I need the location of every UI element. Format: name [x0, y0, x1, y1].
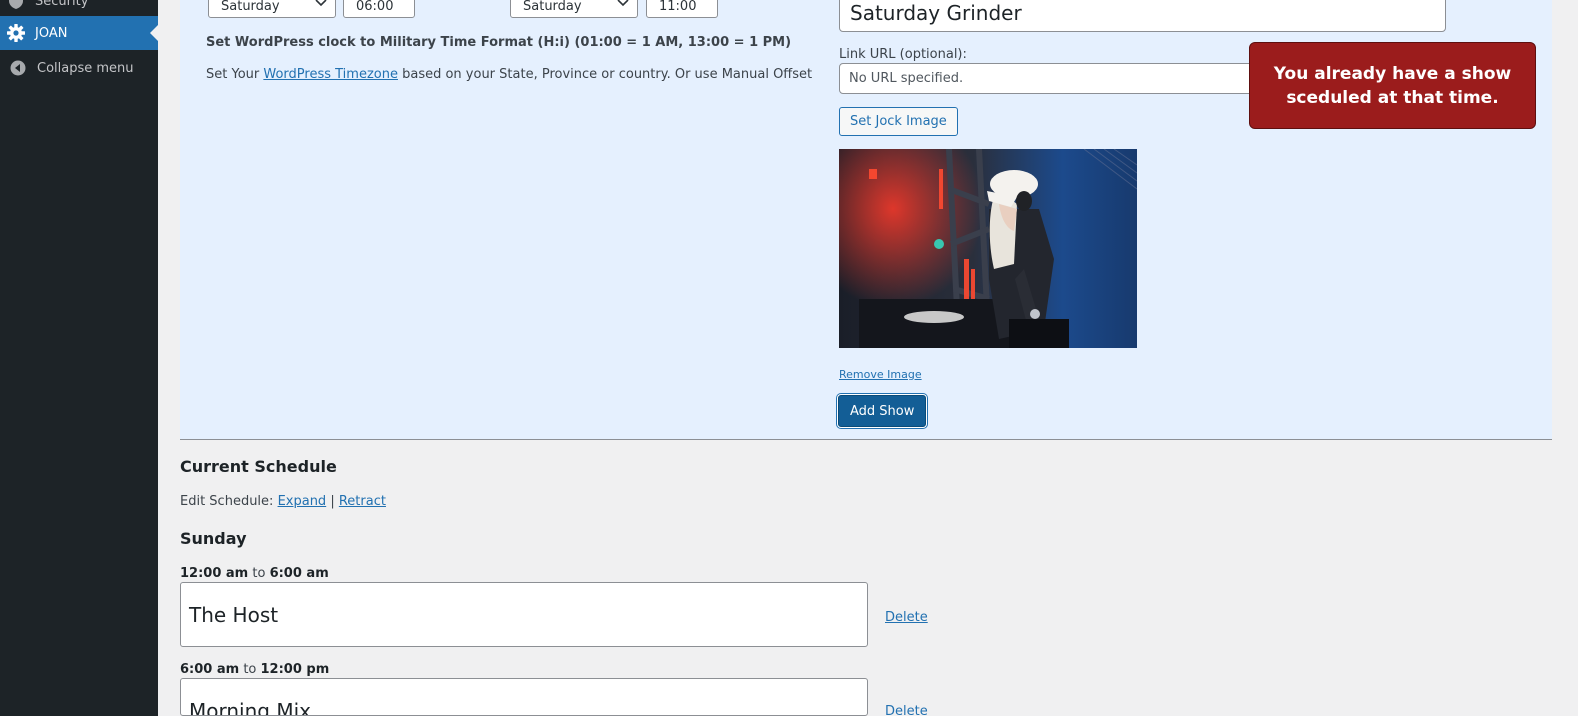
timezone-help-prefix: Set Your: [206, 67, 264, 82]
start-time-value: 06:00: [356, 0, 394, 14]
link-url-input[interactable]: No URL specified.: [839, 63, 1259, 94]
end-day-value: Saturday: [523, 0, 582, 14]
sidebar-item-label: Security: [35, 0, 89, 9]
link-separator: |: [326, 494, 339, 509]
active-menu-arrow: [150, 25, 158, 41]
slot-to: to: [248, 566, 270, 581]
show-name-field[interactable]: The Host: [180, 582, 868, 647]
alert-message: You already have a show sceduled at that…: [1273, 64, 1512, 108]
collapse-menu-button[interactable]: Collapse menu: [0, 51, 158, 85]
wordpress-timezone-link[interactable]: WordPress Timezone: [263, 67, 398, 82]
link-url-label: Link URL (optional):: [839, 47, 967, 62]
link-url-placeholder: No URL specified.: [849, 71, 964, 86]
slot-start: 12:00 am: [180, 566, 249, 581]
day-heading-sunday: Sunday: [180, 529, 247, 548]
slot-end: 6:00 am: [269, 566, 329, 581]
sidebar-item-label: JOAN: [35, 25, 68, 41]
edit-schedule-line: Edit Schedule: Expand | Retract: [180, 494, 386, 509]
delete-slot-link[interactable]: Delete: [885, 704, 928, 716]
sidebar-item-joan[interactable]: JOAN: [0, 16, 158, 50]
slot-time-range: 6:00 am to 12:00 pm: [180, 662, 329, 677]
chevron-down-icon: [617, 0, 629, 12]
admin-sidebar: Security JOAN Collapse menu: [0, 0, 158, 716]
chevron-down-icon: [315, 0, 327, 12]
slot-time-range: 12:00 am to 6:00 am: [180, 566, 329, 581]
edit-schedule-label: Edit Schedule:: [180, 494, 278, 509]
timezone-help-suffix: based on your State, Province or country…: [397, 67, 813, 82]
gear-icon: [6, 23, 26, 43]
start-day-value: Saturday: [221, 0, 280, 14]
show-title-input[interactable]: Saturday Grinder: [839, 0, 1446, 32]
set-jock-image-button[interactable]: Set Jock Image: [839, 107, 958, 136]
end-day-select[interactable]: Saturday: [510, 0, 638, 18]
show-title-value: Saturday Grinder: [850, 1, 1022, 25]
military-time-help: Set WordPress clock to Military Time For…: [206, 35, 792, 50]
start-day-select[interactable]: Saturday: [208, 0, 336, 18]
slot-to: to: [239, 662, 261, 677]
collapse-menu-label: Collapse menu: [37, 60, 134, 76]
slot-start: 6:00 am: [180, 662, 240, 677]
retract-link[interactable]: Retract: [339, 494, 386, 509]
slot-end: 12:00 pm: [260, 662, 330, 677]
end-time-input[interactable]: 11:00: [646, 0, 718, 18]
start-time-input[interactable]: 06:00: [343, 0, 415, 18]
current-schedule-heading: Current Schedule: [180, 457, 337, 476]
remove-image-link[interactable]: Remove Image: [839, 368, 922, 381]
jock-image: [839, 149, 1137, 348]
show-name-field[interactable]: Morning Mix: [180, 678, 868, 716]
schedule-conflict-alert: You already have a show sceduled at that…: [1249, 42, 1536, 129]
timezone-help: Set Your WordPress Timezone based on you…: [206, 67, 812, 82]
add-show-button[interactable]: Add Show: [838, 395, 927, 427]
expand-link[interactable]: Expand: [278, 494, 327, 509]
shield-icon: [6, 0, 26, 11]
end-time-value: 11:00: [659, 0, 697, 14]
collapse-arrow-icon: [8, 58, 28, 78]
show-name-value: Morning Mix: [189, 699, 311, 716]
show-name-value: The Host: [189, 603, 279, 627]
delete-slot-link[interactable]: Delete: [885, 610, 928, 625]
